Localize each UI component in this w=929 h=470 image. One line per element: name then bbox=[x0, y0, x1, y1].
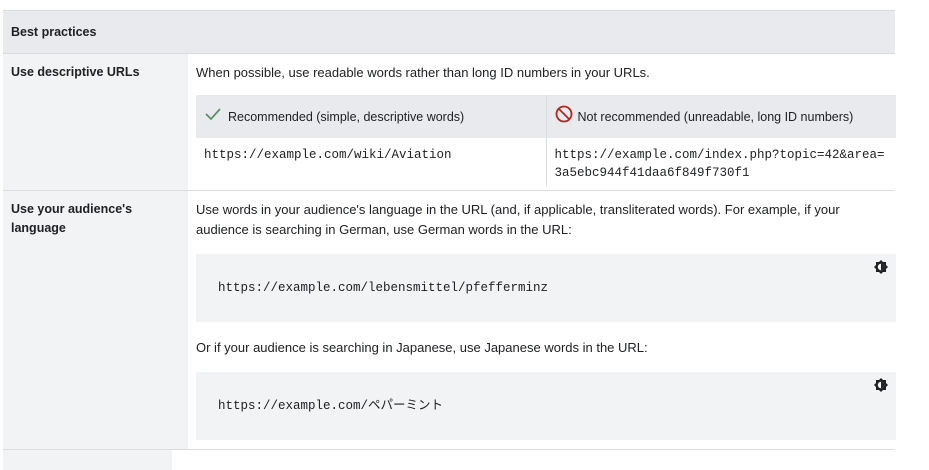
code-block: https://example.com/ペパーミント bbox=[196, 372, 896, 440]
prohibited-icon bbox=[555, 105, 573, 129]
recommended-header: Recommended (simple, descriptive words) bbox=[196, 95, 547, 138]
row-description: Use words in your audience's language in… bbox=[196, 202, 840, 237]
row-label: Use your audience's language bbox=[3, 191, 188, 449]
theme-toggle-icon[interactable] bbox=[874, 378, 888, 392]
row-description: When possible, use readable words rather… bbox=[196, 65, 650, 80]
theme-toggle-icon[interactable] bbox=[874, 260, 888, 274]
row-description-2: Or if your audience is searching in Japa… bbox=[196, 340, 648, 355]
code-text: https://example.com/lebensmittel/pfeffer… bbox=[218, 281, 549, 295]
url-comparison-table: Recommended (simple, descriptive words) … bbox=[196, 95, 896, 186]
table-header: Best practices bbox=[3, 11, 895, 54]
table-row-partial bbox=[3, 450, 895, 470]
not-recommended-header: Not recommended (unreadable, long ID num… bbox=[546, 95, 896, 138]
best-practices-table: Best practices Use descriptive URLs When… bbox=[3, 10, 896, 470]
table-row: Use your audience's language Use words i… bbox=[3, 191, 896, 450]
row-label: Use descriptive URLs bbox=[3, 54, 188, 190]
code-text: https://example.com/ペパーミント bbox=[218, 399, 444, 413]
check-icon bbox=[204, 107, 222, 127]
table-row: Use descriptive URLs When possible, use … bbox=[3, 54, 896, 191]
code-block: https://example.com/lebensmittel/pfeffer… bbox=[196, 254, 896, 322]
recommended-url: https://example.com/wiki/Aviation bbox=[196, 138, 547, 186]
not-recommended-url: https://example.com/index.php?topic=42&a… bbox=[554, 148, 885, 180]
